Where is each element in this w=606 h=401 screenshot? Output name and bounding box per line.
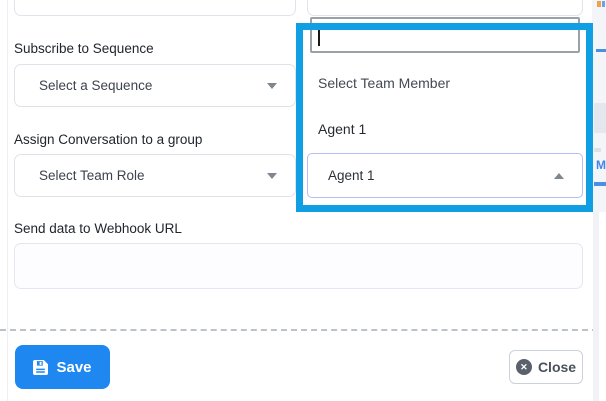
caret-down-icon — [267, 173, 277, 179]
automation-settings-modal: Subscribe to Sequence Select a Sequence … — [0, 0, 606, 401]
background-fragment — [594, 148, 601, 152]
modal-left-edge — [7, 0, 8, 401]
top-left-input-partial[interactable] — [14, 0, 296, 16]
background-text-fragment: M — [596, 158, 606, 172]
background-fragment — [594, 103, 606, 133]
background-page-strip — [593, 212, 599, 401]
save-button[interactable]: Save — [15, 345, 110, 389]
team-role-select[interactable]: Select Team Role — [14, 154, 296, 197]
sequence-select[interactable]: Select a Sequence — [14, 64, 296, 107]
close-button[interactable]: ✕ Close — [509, 350, 583, 384]
text-cursor — [318, 25, 320, 46]
team-member-select-value: Agent 1 — [328, 168, 375, 183]
top-right-input-partial[interactable] — [307, 0, 583, 16]
team-role-select-value: Select Team Role — [39, 168, 145, 183]
save-icon — [33, 360, 48, 375]
caret-up-icon — [554, 173, 564, 179]
assign-group-label: Assign Conversation to a group — [14, 132, 202, 147]
dropdown-search-input[interactable] — [310, 17, 580, 53]
team-member-select[interactable]: Agent 1 — [307, 153, 583, 198]
close-button-label: Close — [538, 359, 576, 375]
footer-divider — [0, 329, 598, 331]
sequence-select-value: Select a Sequence — [39, 78, 152, 93]
caret-down-icon — [267, 83, 277, 89]
save-button-label: Save — [56, 359, 91, 376]
close-x-icon: ✕ — [516, 359, 532, 375]
webhook-url-label: Send data to Webhook URL — [14, 221, 182, 236]
background-fragment — [602, 1, 605, 7]
background-fragment — [597, 1, 601, 7]
background-link-fragment — [594, 182, 606, 186]
team-member-option[interactable]: Agent 1 — [318, 118, 558, 140]
webhook-url-input[interactable] — [14, 243, 583, 289]
subscribe-sequence-label: Subscribe to Sequence — [14, 41, 154, 56]
team-member-option[interactable]: Select Team Member — [318, 72, 558, 94]
background-link-fragment — [596, 49, 606, 52]
